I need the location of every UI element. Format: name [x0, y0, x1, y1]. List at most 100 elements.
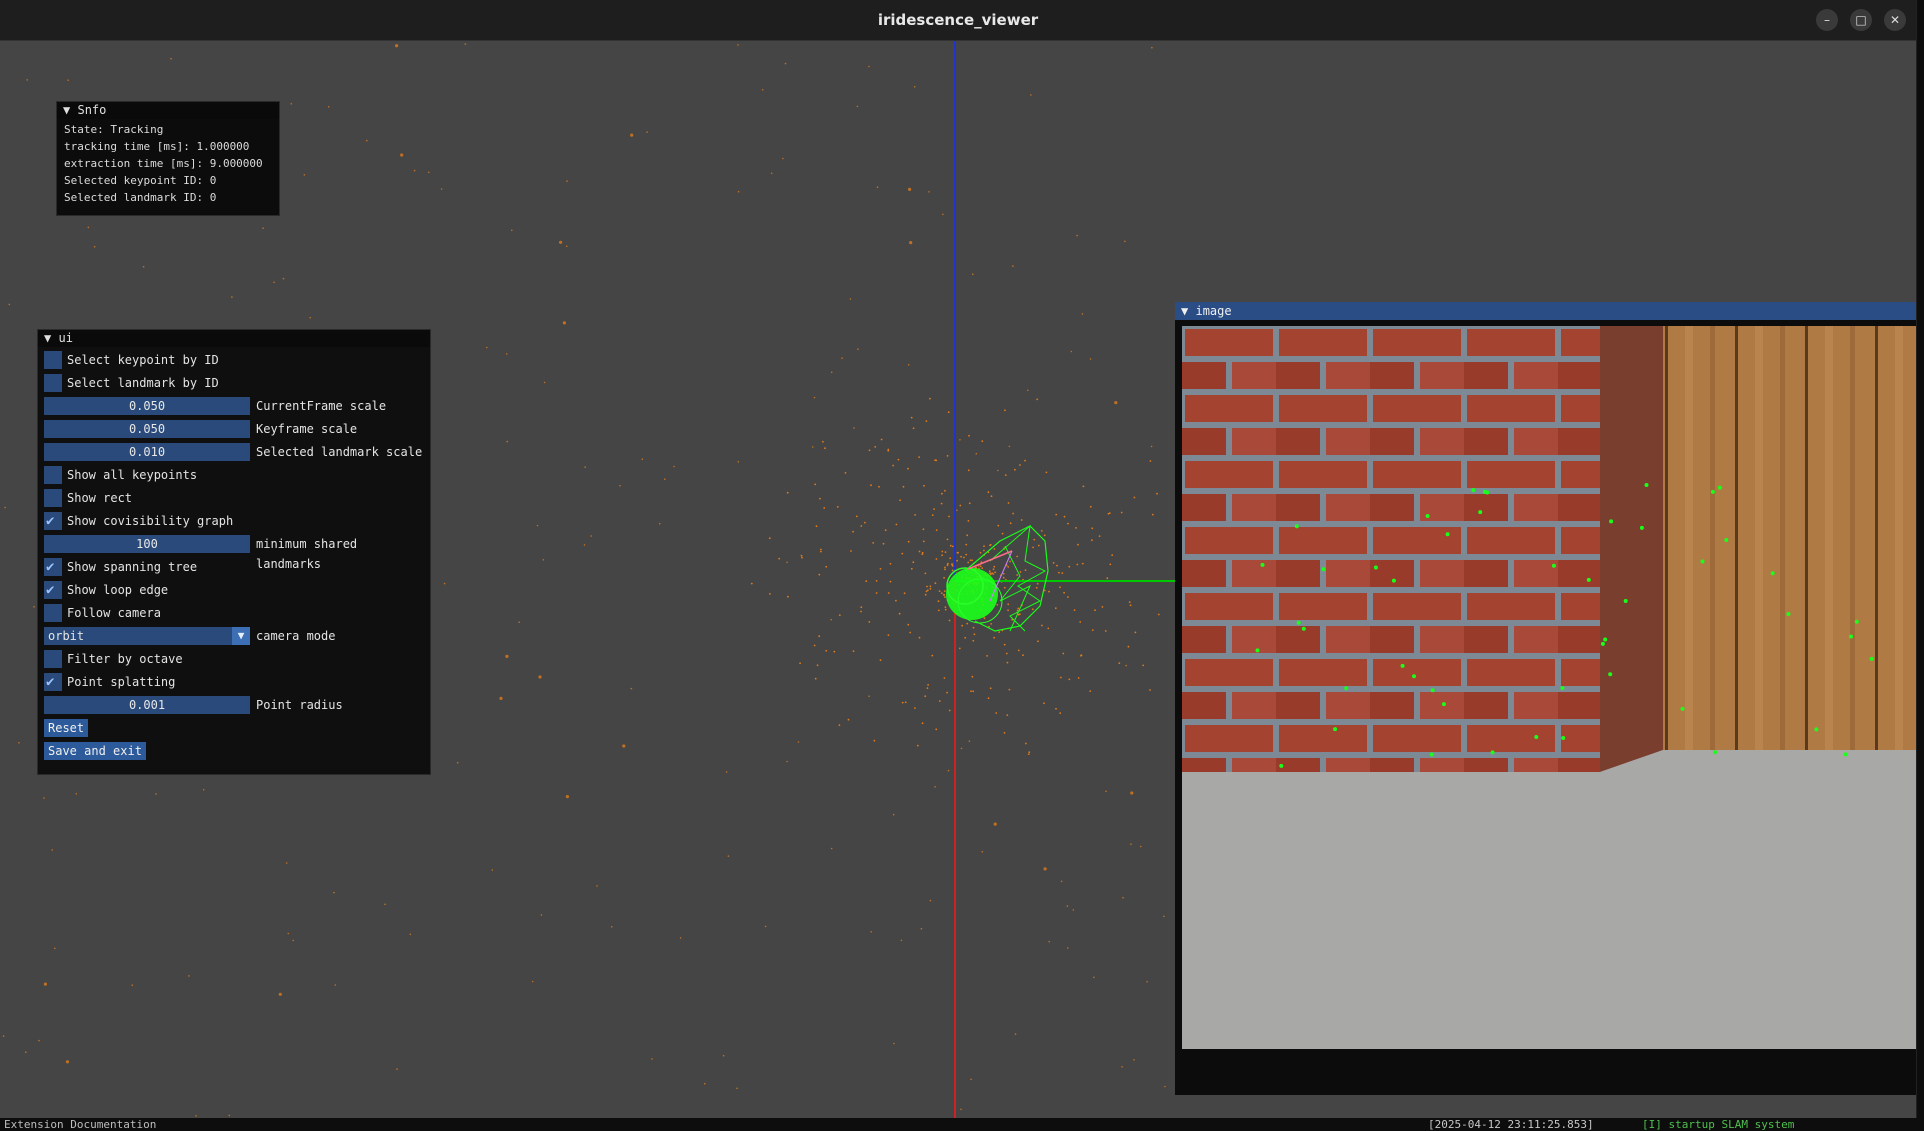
show-all-keypoints-checkbox[interactable]	[44, 466, 62, 484]
landmark-point	[1025, 742, 1027, 745]
landmark-point	[1027, 753, 1030, 755]
landmark-point	[849, 298, 852, 300]
landmark-point	[830, 847, 833, 850]
info-tracking-time: tracking time [ms]: 1.000000	[64, 140, 250, 153]
status-bar: Extension Documentation [2025-04-12 23:1…	[0, 1118, 1924, 1131]
landmark-point	[833, 650, 836, 653]
ui-panel-header[interactable]: ▼ ui	[38, 330, 430, 347]
landmark-point	[428, 171, 430, 174]
landmark-point	[943, 590, 946, 592]
collapse-arrow-icon[interactable]: ▼	[63, 103, 70, 117]
landmark-point	[944, 596, 946, 598]
follow-camera-checkbox[interactable]	[44, 604, 62, 622]
keypoint-marker	[1869, 656, 1874, 661]
keyframe-scale-slider[interactable]: 0.050	[44, 420, 250, 438]
landmark-point	[907, 364, 910, 366]
row-point-radius: 0.001 Point radius	[44, 695, 429, 715]
landmark-point	[968, 502, 971, 505]
info-panel[interactable]: ▼ Snfo State: Tracking tracking time [ms…	[56, 101, 280, 216]
ui-panel[interactable]: ▼ ui Select keypoint by ID Select landma…	[37, 329, 431, 775]
landmark-point	[884, 529, 887, 532]
keypoint-marker	[1639, 525, 1644, 530]
selected-landmark-scale-slider[interactable]: 0.010	[44, 443, 250, 461]
landmark-point	[855, 515, 858, 518]
keypoint-marker	[1713, 750, 1717, 755]
select-keypoint-checkbox[interactable]	[44, 351, 62, 369]
landmark-point	[400, 153, 404, 157]
collapse-arrow-icon[interactable]: ▼	[1181, 304, 1188, 318]
landmark-point	[1017, 649, 1020, 652]
show-loop-edge-checkbox[interactable]: ✔	[44, 581, 62, 599]
landmark-point	[912, 427, 915, 430]
landmark-point	[1076, 563, 1079, 566]
landmark-point	[1121, 1066, 1123, 1068]
collapse-arrow-icon[interactable]: ▼	[44, 331, 51, 345]
landmark-point	[1027, 389, 1029, 392]
landmark-point	[1157, 613, 1160, 616]
info-panel-header[interactable]: ▼ Snfo	[57, 102, 279, 119]
show-covisibility-checkbox[interactable]: ✔	[44, 512, 62, 530]
keypoint-marker	[1551, 563, 1556, 568]
landmark-point	[75, 793, 78, 795]
landmark-point	[18, 742, 20, 744]
show-rect-checkbox[interactable]	[44, 489, 62, 507]
landmark-point	[543, 381, 546, 384]
landmark-point	[630, 687, 633, 690]
landmark-point	[1019, 464, 1021, 466]
landmark-point	[922, 528, 925, 531]
chevron-down-icon[interactable]: ▼	[232, 627, 250, 645]
landmark-point	[1101, 606, 1104, 608]
landmark-point	[1079, 621, 1082, 623]
landmark-point	[965, 543, 968, 546]
filter-octave-checkbox[interactable]	[44, 650, 62, 668]
landmark-point	[860, 525, 863, 527]
landmark-point	[903, 592, 906, 595]
landmark-point	[813, 396, 816, 399]
landmark-point	[1003, 586, 1006, 589]
landmark-point	[1007, 609, 1009, 612]
landmark-point	[968, 740, 971, 742]
landmark-point	[897, 458, 900, 461]
landmark-point	[1045, 471, 1048, 474]
image-window[interactable]: ▼ image	[1175, 302, 1916, 1095]
landmark-point	[947, 562, 949, 565]
landmark-point	[273, 281, 275, 284]
save-and-exit-button[interactable]: Save and exit	[44, 742, 146, 760]
keypoint-marker	[1680, 706, 1685, 711]
3d-viewport[interactable]: ▼ Snfo State: Tracking tracking time [ms…	[0, 41, 1916, 1125]
keypoint-marker	[1425, 514, 1430, 518]
keypoint-marker	[1644, 483, 1649, 487]
select-landmark-checkbox[interactable]	[44, 374, 62, 392]
minimize-button[interactable]: –	[1816, 9, 1838, 31]
landmark-point	[992, 568, 995, 571]
landmark-point	[704, 1082, 706, 1085]
maximize-button[interactable]: □	[1850, 9, 1872, 31]
keypoint-marker	[1623, 599, 1628, 603]
landmark-point	[786, 561, 788, 564]
camera-mode-select[interactable]: orbit ▼	[44, 627, 250, 645]
image-window-header[interactable]: ▼ image	[1175, 302, 1916, 320]
landmark-point	[1149, 689, 1151, 691]
landmark-point	[1055, 707, 1057, 710]
title-bar[interactable]: iridescence_viewer – □ ✕	[0, 0, 1916, 41]
landmark-point	[887, 592, 890, 594]
landmark-point	[1093, 976, 1095, 979]
landmark-point	[1014, 1033, 1017, 1035]
close-button[interactable]: ✕	[1884, 9, 1906, 31]
point-radius-slider[interactable]: 0.001	[44, 696, 250, 714]
reset-button[interactable]: Reset	[44, 719, 89, 737]
landmark-point	[1109, 563, 1112, 566]
landmark-point	[1130, 791, 1134, 795]
point-splatting-checkbox[interactable]: ✔	[44, 673, 62, 691]
landmark-point	[825, 565, 828, 568]
current-frame-scale-slider[interactable]: 0.050	[44, 397, 250, 415]
show-spanning-tree-checkbox[interactable]: ✔	[44, 558, 62, 576]
row-follow-camera: Follow camera	[44, 603, 429, 623]
landmark-point	[787, 595, 789, 598]
landmark-point	[1007, 502, 1010, 504]
min-shared-landmarks-slider[interactable]: 100	[44, 535, 250, 553]
landmark-point	[531, 980, 534, 983]
landmark-point	[868, 621, 871, 623]
landmark-point	[909, 241, 913, 245]
landmark-point	[971, 675, 974, 678]
